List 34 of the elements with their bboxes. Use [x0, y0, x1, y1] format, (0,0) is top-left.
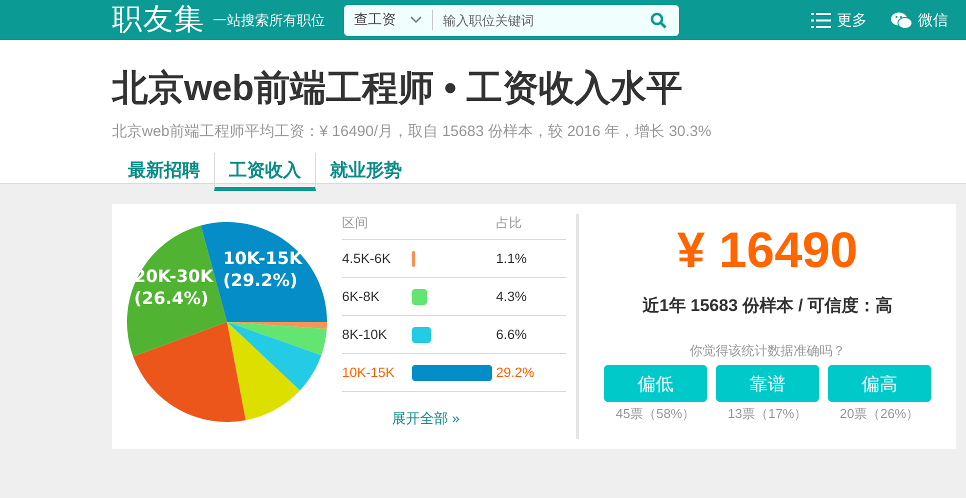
share-cell: 6.6% — [496, 316, 566, 354]
vote-count: 13票（17%） — [728, 405, 808, 423]
chevron-down-icon — [410, 16, 422, 24]
expand-all-link[interactable]: 展开全部 » — [392, 410, 460, 428]
share-cell: 29.2% — [496, 354, 566, 392]
nav-tab[interactable]: 就业形势 — [316, 153, 416, 191]
page-title: 北京web前端工程师 • 工资收入水平 — [112, 66, 683, 110]
nav-tab[interactable]: 最新招聘 — [114, 153, 214, 191]
wechat-link[interactable]: 微信 — [891, 10, 948, 30]
salary-summary: 北京web前端工程师平均工资：¥ 16490/月，取自 15683 份样本，较 2016 年，增长 30.3% — [112, 122, 712, 141]
search-field[interactable]: 查工资 输入职位关键词 — [344, 4, 679, 36]
more-link[interactable]: 更多 — [811, 10, 867, 30]
nav-tab[interactable]: 工资收入 — [214, 153, 316, 191]
sample-info: 近1年 15683 份样本 / 可信度：高 — [642, 295, 893, 317]
search-icon — [650, 12, 667, 28]
vote-count: 20票（26%） — [840, 405, 920, 423]
chat-bubbles-icon — [891, 12, 912, 28]
column-header: 区间 — [342, 214, 412, 240]
share-cell: 1.1% — [496, 240, 566, 278]
slice-percent: (29.2%) — [223, 271, 298, 291]
vote-button[interactable]: 偏高 — [828, 365, 931, 402]
average-salary: ¥ 16490 — [677, 221, 858, 280]
menu-icon — [811, 12, 831, 28]
vote-count: 45票（58%） — [616, 405, 696, 423]
vote-button[interactable]: 靠谱 — [716, 365, 819, 402]
share-cell: 4.3% — [496, 278, 566, 316]
slice-label: 10K-15K — [223, 249, 302, 269]
column-header: 占比 — [496, 214, 566, 240]
category-dropdown[interactable]: 查工资 — [344, 10, 433, 30]
vote-button[interactable]: 偏低 — [604, 365, 707, 402]
slice-percent: (26.4%) — [134, 289, 209, 309]
accuracy-question: 你觉得该统计数据准确吗？ — [690, 342, 846, 360]
site-logo[interactable]: 职友集 — [112, 2, 205, 38]
site-slogan: 一站搜索所有职位 — [213, 12, 325, 30]
